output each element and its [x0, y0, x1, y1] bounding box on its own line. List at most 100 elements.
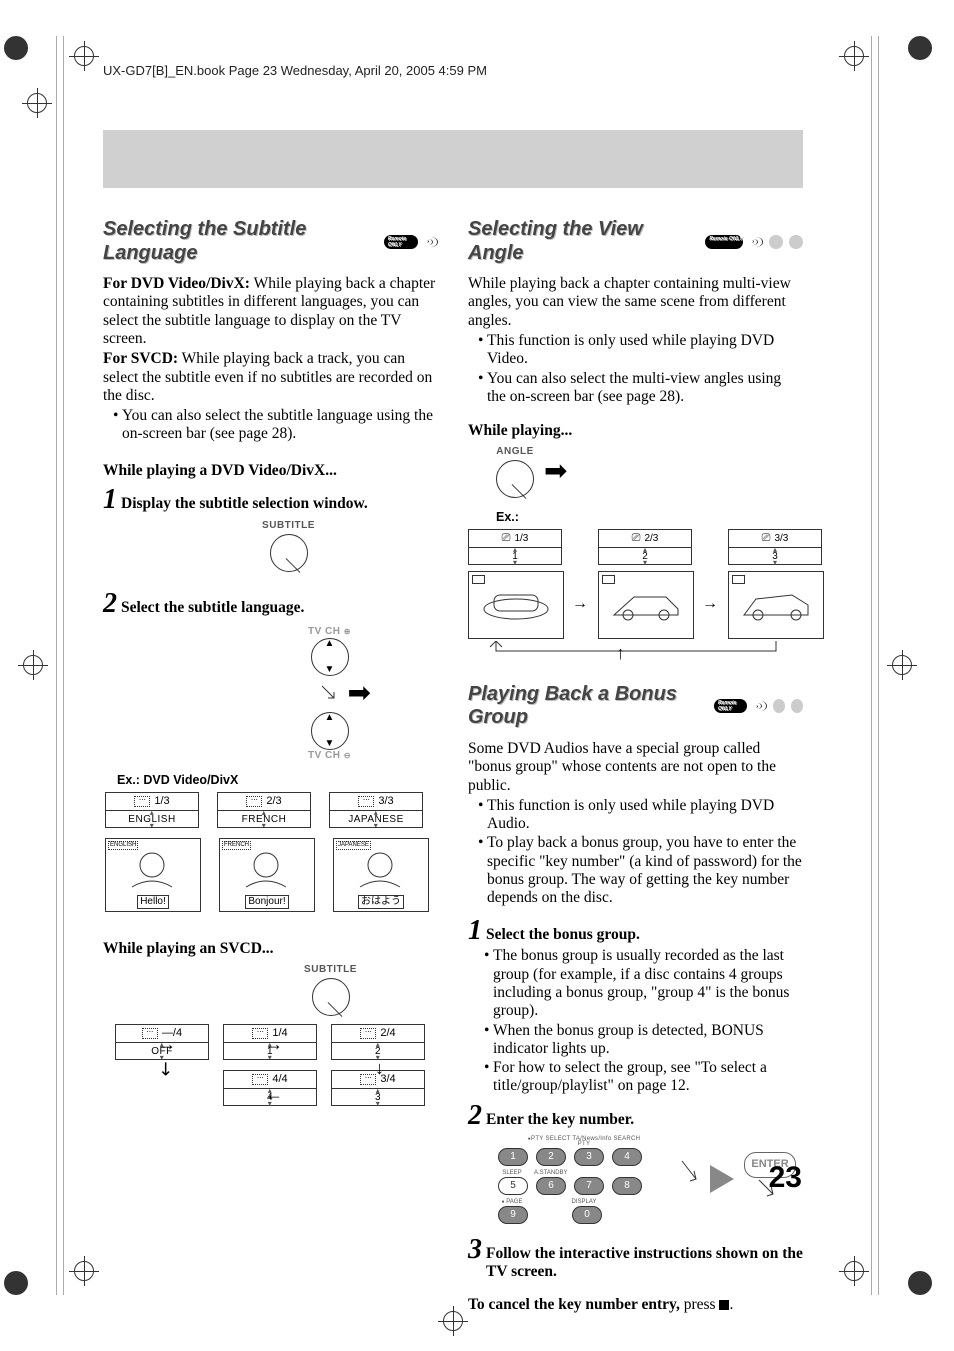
subheading: While playing a DVD Video/DivX... — [103, 462, 438, 480]
paragraph: For DVD Video/DivX: While playing back a… — [103, 275, 438, 348]
screen-example: JAPANESE おはよう — [333, 838, 429, 912]
page-number: 23 — [769, 1161, 802, 1195]
step-number: 1 — [468, 917, 482, 945]
disc-icon — [773, 699, 785, 713]
remote-down-icon — [311, 712, 349, 750]
keypad-key: 8 — [612, 1177, 642, 1195]
binder-mark — [908, 1271, 932, 1295]
keypad-key: 6 — [536, 1177, 566, 1195]
arrow-right-icon: → — [568, 595, 592, 614]
remote-only-badge — [384, 235, 418, 249]
car-example — [598, 571, 694, 639]
ir-icon — [424, 237, 438, 247]
label-tvch-up: TV CH ⊕ — [221, 626, 438, 638]
loop-arrow — [476, 641, 796, 661]
hand-icon — [680, 1159, 700, 1199]
hand-icon — [320, 684, 340, 704]
paragraph: Some DVD Audios have a special group cal… — [468, 740, 803, 795]
arrow-right-icon: ➡ — [348, 680, 371, 708]
remote-only-badge — [705, 235, 742, 249]
bold-label: To cancel the key number entry, — [468, 1296, 680, 1313]
keypad-key: 4 — [612, 1148, 642, 1166]
crop-mark — [27, 93, 47, 113]
keypad-key: 5 — [498, 1177, 528, 1195]
lang-name: JAPANESE — [329, 811, 423, 828]
big-arrow-icon — [710, 1165, 734, 1193]
step-text: Select the subtitle language. — [121, 599, 304, 617]
ir-icon — [753, 701, 766, 711]
disc-icon — [769, 235, 783, 249]
step-text: Follow the interactive instructions show… — [486, 1245, 803, 1282]
arrow-right-icon: → — [158, 1034, 176, 1055]
bullet: When the bonus group is detected, BONUS … — [484, 1022, 803, 1059]
heading-band — [103, 130, 803, 188]
step-text: Select the bonus group. — [486, 926, 640, 944]
text: press — [680, 1296, 720, 1313]
angle-grid: ⎚1/3 1 ⎚2/3 2 ⎚3/3 3 → — [468, 529, 803, 639]
bullet: You can also select the multi-view angle… — [478, 370, 803, 407]
car-example — [468, 571, 564, 639]
lang-name: FRENCH — [217, 811, 311, 828]
screen-example: FRENCH Bonjour! — [219, 838, 315, 912]
left-column: Selecting the Subtitle Language For DVD … — [103, 218, 438, 1316]
crop-mark — [844, 1261, 864, 1281]
bold-label: For SVCD: — [103, 350, 178, 367]
example-label: Ex.: DVD Video/DivX — [117, 773, 438, 788]
subheading: While playing... — [468, 422, 803, 440]
right-column: Selecting the View Angle While playing b… — [468, 218, 803, 1316]
crop-mark — [844, 46, 864, 66]
keypad-key: 0 — [572, 1206, 602, 1224]
button-label-subtitle: SUBTITLE — [139, 520, 438, 532]
subheading: While playing an SVCD... — [103, 940, 438, 958]
angle-num: 3 — [728, 548, 822, 565]
keypad-key: 1 — [498, 1148, 528, 1166]
section-title-text: Selecting the Subtitle Language — [103, 218, 378, 265]
keypad: ●PTY SELECT TA/News/Info SEARCH PTY 1 2 … — [498, 1136, 670, 1228]
stop-icon — [719, 1300, 729, 1310]
car-example — [728, 571, 824, 639]
frame-line — [878, 36, 879, 1295]
bullet: For how to select the group, see "To sel… — [484, 1059, 803, 1096]
bullet: To play back a bonus group, you have to … — [478, 834, 803, 907]
arrow-down-icon: ↓ — [375, 1058, 384, 1079]
bullet: You can also select the subtitle languag… — [113, 407, 438, 444]
disc-icon — [789, 235, 803, 249]
bold-label: For DVD Video/DivX: — [103, 275, 250, 292]
lang-name: ENGLISH — [105, 811, 199, 828]
step-number: 1 — [103, 486, 117, 514]
language-example-grid: ⋯1/3 ENGLISH ⋯2/3 FRENCH ⋯3/3 JAPANESE — [105, 792, 438, 828]
step-number: 2 — [103, 590, 117, 618]
section-title-subtitle-language: Selecting the Subtitle Language — [103, 218, 438, 265]
frame-line — [56, 36, 57, 1295]
page-header: UX-GD7[B]_EN.book Page 23 Wednesday, Apr… — [103, 63, 487, 78]
keypad-key: 2 — [536, 1148, 566, 1166]
remote-button-icon — [312, 978, 350, 1016]
remote-up-icon — [311, 638, 349, 676]
keypad-key: 9 — [498, 1206, 528, 1224]
crop-mark — [892, 655, 912, 675]
step-text: Enter the key number. — [486, 1111, 634, 1129]
label-tvch-down: TV CH ⊖ — [221, 750, 438, 762]
bullet: The bonus group is usually recorded as t… — [484, 947, 803, 1020]
crop-mark — [74, 46, 94, 66]
arrow-right-icon: → — [265, 1034, 283, 1055]
disc-icon — [791, 699, 803, 713]
section-title-view-angle: Selecting the View Angle — [468, 218, 803, 265]
frame-line — [63, 36, 64, 1295]
arrow-left-icon: ← — [265, 1084, 283, 1105]
bullet: This function is only used while playing… — [478, 797, 803, 834]
angle-num: 2 — [598, 548, 692, 565]
example-label: Ex.: — [496, 510, 803, 525]
svcd-label: 3 — [331, 1089, 425, 1106]
crop-mark — [23, 655, 43, 675]
section-title-text: Selecting the View Angle — [468, 218, 699, 265]
arrow-right-icon: → — [698, 595, 722, 614]
cancel-line: To cancel the key number entry, press . — [468, 1296, 803, 1314]
button-label-angle: ANGLE — [496, 446, 534, 458]
arrow-right-icon: ➡ — [544, 458, 567, 486]
section-title-text: Playing Back a Bonus Group — [468, 683, 708, 730]
remote-only-badge — [714, 699, 747, 713]
ir-icon — [749, 237, 764, 247]
keypad-key: 3 — [574, 1148, 604, 1166]
angle-num: 1 — [468, 548, 562, 565]
